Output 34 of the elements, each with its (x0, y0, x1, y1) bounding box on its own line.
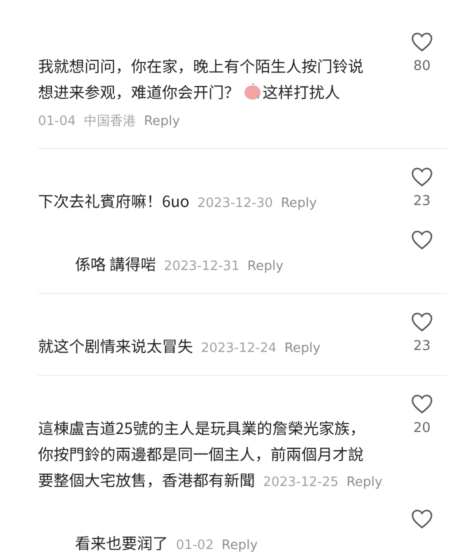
emoji-icon (242, 82, 262, 101)
reply-link[interactable]: Reply (222, 533, 258, 555)
comment-text: 想进来参观，难道你会开门？ (38, 81, 240, 103)
comment-text: 你按門鈴的兩邊都是同一個主人，前兩個月才說 (38, 443, 364, 465)
comment-date: 01-02 (176, 538, 214, 553)
heart-icon[interactable] (410, 310, 434, 334)
reply-link[interactable]: Reply (284, 336, 320, 361)
heart-icon[interactable] (410, 228, 434, 252)
reply-link[interactable]: Reply (280, 191, 317, 216)
comment-text: 就这个剧情来说太冒失 (38, 335, 194, 357)
comment-text: 看来也要润了 (75, 532, 168, 554)
comment-location: 中国香港 (84, 114, 136, 129)
comment-text: 係咯 講得啱 (75, 253, 156, 275)
heart-icon[interactable] (410, 30, 434, 54)
reply-link[interactable]: Reply (346, 470, 382, 495)
comment-date: 2023-12-30 (197, 196, 273, 211)
like-count: 23 (413, 337, 431, 356)
comment-date: 2023-12-25 (262, 475, 339, 490)
reply-link[interactable]: Reply (144, 109, 180, 134)
comment-text: 下次去礼賓府嘛！6uo (38, 190, 190, 212)
heart-icon[interactable] (410, 392, 434, 416)
comment-text: 这样打扰人 (262, 81, 340, 103)
heart-icon[interactable] (410, 165, 434, 189)
comment-date: 2023-12-31 (164, 259, 240, 274)
comment-date: 01-04 (38, 114, 76, 129)
like-count: 20 (413, 419, 431, 438)
comment-text: 這棟盧吉道25號的主人是玩具業的詹榮光家族， (38, 417, 366, 439)
comment-text: 要整個大宅放售，香港都有新聞 (38, 469, 256, 491)
reply-link[interactable]: Reply (247, 254, 284, 279)
like-count: 80 (413, 57, 431, 76)
comment-date: 2023-12-24 (200, 341, 277, 356)
comment-text: 我就想问问，你在家，晚上有个陌生人按门铃说 (38, 55, 364, 77)
heart-icon[interactable] (410, 507, 434, 531)
like-count: 23 (413, 192, 431, 211)
